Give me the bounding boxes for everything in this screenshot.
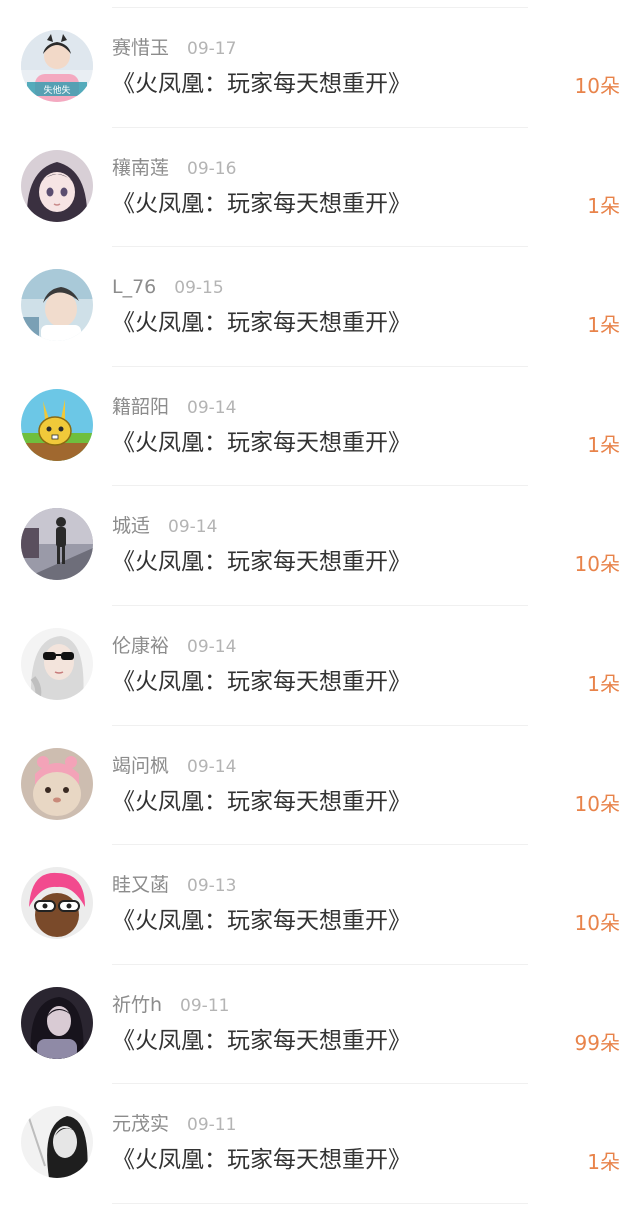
avatar[interactable]: [21, 1106, 93, 1179]
avatar[interactable]: [21, 867, 93, 940]
list-item[interactable]: 籍韶阳 09-14 《火凤凰：玩家每天想重开》 1朵: [0, 367, 640, 487]
date: 09-14: [187, 636, 237, 657]
svg-text:失他失: 失他失: [43, 84, 70, 96]
avatar-girl-pink-shirt-icon: 失他失: [21, 30, 93, 102]
work-title[interactable]: 《火凤凰：玩家每天想重开》: [112, 1025, 411, 1057]
gift-amount: 99朵: [574, 1030, 620, 1055]
list-item[interactable]: 城适 09-14 《火凤凰：玩家每天想重开》 10朵: [0, 486, 640, 606]
row-meta: 穰南莲 09-16: [112, 156, 236, 180]
list-item[interactable]: 失他失 赛惜玉 09-17 《火凤凰：玩家每天想重开》 10朵: [0, 8, 640, 128]
date: 09-14: [168, 517, 218, 538]
avatar[interactable]: [21, 388, 93, 461]
gift-amount: 1朵: [587, 671, 620, 696]
work-title[interactable]: 《火凤凰：玩家每天想重开》: [112, 427, 411, 459]
username[interactable]: 眭又菡: [112, 874, 169, 896]
work-title[interactable]: 《火凤凰：玩家每天想重开》: [112, 68, 411, 100]
work-title[interactable]: 《火凤凰：玩家每天想重开》: [112, 188, 411, 220]
work-title[interactable]: 《火凤凰：玩家每天想重开》: [112, 1144, 411, 1176]
username[interactable]: 元茂实: [112, 1113, 169, 1135]
username[interactable]: 赛惜玉: [112, 37, 169, 59]
list-item[interactable]: 元茂实 09-11 《火凤凰：玩家每天想重开》 1朵: [0, 1084, 640, 1204]
list-item[interactable]: L_76 09-15 《火凤凰：玩家每天想重开》 1朵: [0, 247, 640, 367]
date: 09-14: [187, 397, 237, 418]
date: 09-14: [187, 756, 237, 777]
username[interactable]: 穰南莲: [112, 157, 169, 179]
avatar[interactable]: 失他失: [21, 30, 93, 102]
username[interactable]: 籍韶阳: [112, 396, 169, 418]
avatar-anime-girl-icon: [21, 149, 93, 222]
gift-amount: 1朵: [587, 193, 620, 218]
avatar[interactable]: [21, 149, 93, 222]
work-title[interactable]: 《火凤凰：玩家每天想重开》: [112, 786, 411, 818]
avatar-dark-hair-girl-icon: [21, 986, 93, 1059]
avatar-girl-sunglasses-icon: [21, 627, 93, 700]
row-divider: [112, 1202, 528, 1204]
avatar-grayscale-girl-icon: [21, 1106, 93, 1179]
gift-list: 失他失 赛惜玉 09-17 《火凤凰：玩家每天想重开》 10朵 穰南莲 09-16 …: [0, 8, 640, 1204]
date: 09-11: [180, 995, 230, 1016]
list-item[interactable]: 伦康裕 09-14 《火凤凰：玩家每天想重开》 1朵: [0, 606, 640, 726]
list-item[interactable]: 祈竹h 09-11 《火凤凰：玩家每天想重开》 99朵: [0, 965, 640, 1085]
row-meta: 城适 09-14: [112, 514, 217, 538]
username[interactable]: L_76: [112, 276, 156, 298]
row-meta: 竭问枫 09-14: [112, 754, 236, 778]
avatar-cartoon-rabbit-icon: [21, 388, 93, 461]
work-title[interactable]: 《火凤凰：玩家每天想重开》: [112, 905, 411, 937]
gift-amount: 10朵: [574, 552, 620, 577]
avatar-pink-cat-icon: [21, 747, 93, 820]
avatar-pink-hair-cartoon-icon: [21, 867, 93, 940]
row-meta: 籍韶阳 09-14: [112, 395, 236, 419]
list-item[interactable]: 穰南莲 09-16 《火凤凰：玩家每天想重开》 1朵: [0, 128, 640, 248]
row-meta: 元茂实 09-11: [112, 1112, 236, 1136]
work-title[interactable]: 《火凤凰：玩家每天想重开》: [112, 307, 411, 339]
row-meta: 祈竹h 09-11: [112, 993, 229, 1017]
username[interactable]: 竭问枫: [112, 755, 169, 777]
gift-amount: 1朵: [587, 1150, 620, 1175]
gift-amount: 1朵: [587, 432, 620, 457]
row-meta: 眭又菡 09-13: [112, 873, 236, 897]
username[interactable]: 祈竹h: [112, 994, 162, 1016]
row-meta: 赛惜玉 09-17: [112, 36, 236, 60]
work-title[interactable]: 《火凤凰：玩家每天想重开》: [112, 666, 411, 698]
avatar-street-person-icon: [21, 508, 93, 581]
avatar[interactable]: [21, 627, 93, 700]
gift-amount: 10朵: [574, 74, 620, 98]
list-item[interactable]: 竭问枫 09-14 《火凤凰：玩家每天想重开》 10朵: [0, 726, 640, 846]
date: 09-16: [187, 158, 237, 179]
date: 09-15: [174, 278, 224, 299]
date: 09-13: [187, 876, 237, 897]
avatar[interactable]: [21, 747, 93, 820]
date: 09-17: [187, 39, 237, 59]
avatar[interactable]: [21, 986, 93, 1059]
gift-amount: 1朵: [587, 313, 620, 338]
list-item[interactable]: 眭又菡 09-13 《火凤凰：玩家每天想重开》 10朵: [0, 845, 640, 965]
date: 09-11: [187, 1115, 237, 1136]
row-meta: L_76 09-15: [112, 275, 224, 299]
row-meta: 伦康裕 09-14: [112, 634, 236, 658]
username[interactable]: 伦康裕: [112, 635, 169, 657]
avatar[interactable]: [21, 508, 93, 581]
username[interactable]: 城适: [112, 515, 150, 537]
gift-amount: 10朵: [574, 911, 620, 936]
avatar[interactable]: [21, 269, 93, 342]
gift-amount: 10朵: [574, 791, 620, 816]
avatar-boy-photo-icon: [21, 269, 93, 342]
work-title[interactable]: 《火凤凰：玩家每天想重开》: [112, 546, 411, 578]
